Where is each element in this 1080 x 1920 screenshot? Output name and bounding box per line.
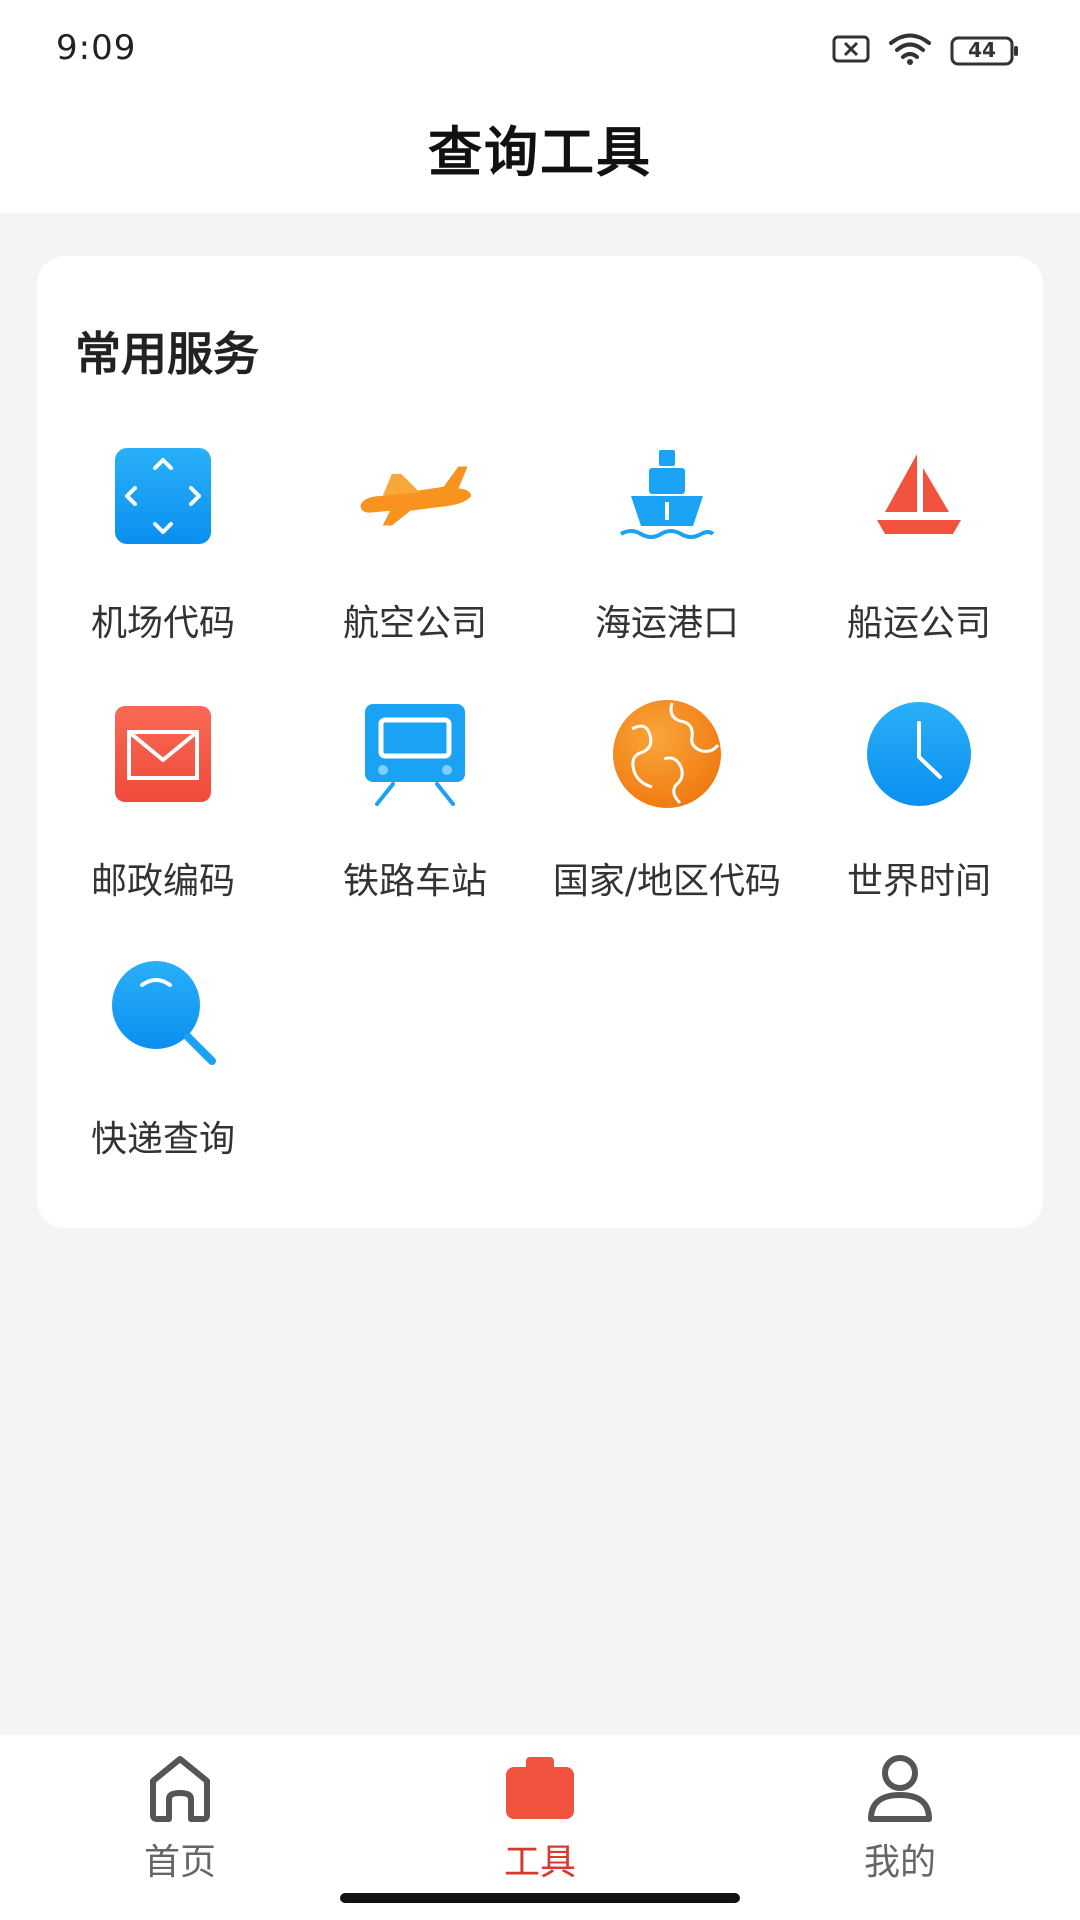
service-label: 世界时间	[846, 861, 991, 902]
home-icon	[140, 1749, 220, 1827]
globe-icon	[607, 694, 727, 814]
service-label: 海运港口	[594, 603, 739, 644]
train-icon	[355, 694, 475, 814]
service-label: 国家/地区代码	[552, 861, 782, 902]
status-time: 9:09	[56, 28, 137, 68]
tab-tools[interactable]: 工具	[360, 1735, 720, 1885]
status-bar: 9:09 44	[0, 0, 1080, 100]
service-airline[interactable]: 航空公司	[289, 436, 541, 666]
service-label: 船运公司	[846, 603, 991, 644]
tab-label: 工具	[503, 1842, 576, 1883]
status-icons: 44	[832, 32, 1020, 70]
service-express-tracking[interactable]: 快递查询	[37, 952, 289, 1182]
service-postal-code[interactable]: 邮政编码	[37, 694, 289, 924]
service-shipping-company[interactable]: 船运公司	[793, 436, 1045, 666]
airport-code-icon	[103, 436, 223, 556]
user-icon	[860, 1749, 940, 1827]
envelope-icon	[103, 694, 223, 814]
section-title: 常用服务	[75, 327, 259, 381]
service-country-code[interactable]: 国家/地区代码	[541, 694, 793, 924]
service-label: 邮政编码	[90, 861, 235, 902]
services-card: 常用服务 机场代码 航空公司 海运港口 船运公司 邮政编码 铁路车站 国家/地区…	[37, 256, 1043, 1228]
service-world-time[interactable]: 世界时间	[793, 694, 1045, 924]
service-railway-station[interactable]: 铁路车站	[289, 694, 541, 924]
clock-icon	[859, 694, 979, 814]
toolbox-icon	[500, 1749, 580, 1827]
battery-level: 44	[968, 38, 996, 62]
page-title: 查询工具	[428, 121, 652, 184]
wifi-icon	[888, 32, 932, 70]
tab-label: 我的	[863, 1842, 936, 1883]
sim-off-icon	[832, 35, 870, 67]
battery-icon: 44	[950, 36, 1020, 66]
service-label: 机场代码	[90, 603, 235, 644]
tab-profile[interactable]: 我的	[720, 1735, 1080, 1885]
tab-home[interactable]: 首页	[0, 1735, 360, 1885]
nav-bar: 查询工具	[0, 100, 1080, 213]
ship-icon	[607, 436, 727, 556]
service-airport-code[interactable]: 机场代码	[37, 436, 289, 666]
service-label: 快递查询	[90, 1119, 235, 1160]
home-indicator[interactable]	[340, 1893, 740, 1903]
airplane-icon	[355, 436, 475, 556]
search-icon	[103, 952, 223, 1072]
tab-label: 首页	[143, 1842, 216, 1883]
sailboat-icon	[859, 436, 979, 556]
service-label: 铁路车站	[342, 861, 487, 902]
service-seaport[interactable]: 海运港口	[541, 436, 793, 666]
service-label: 航空公司	[342, 603, 487, 644]
